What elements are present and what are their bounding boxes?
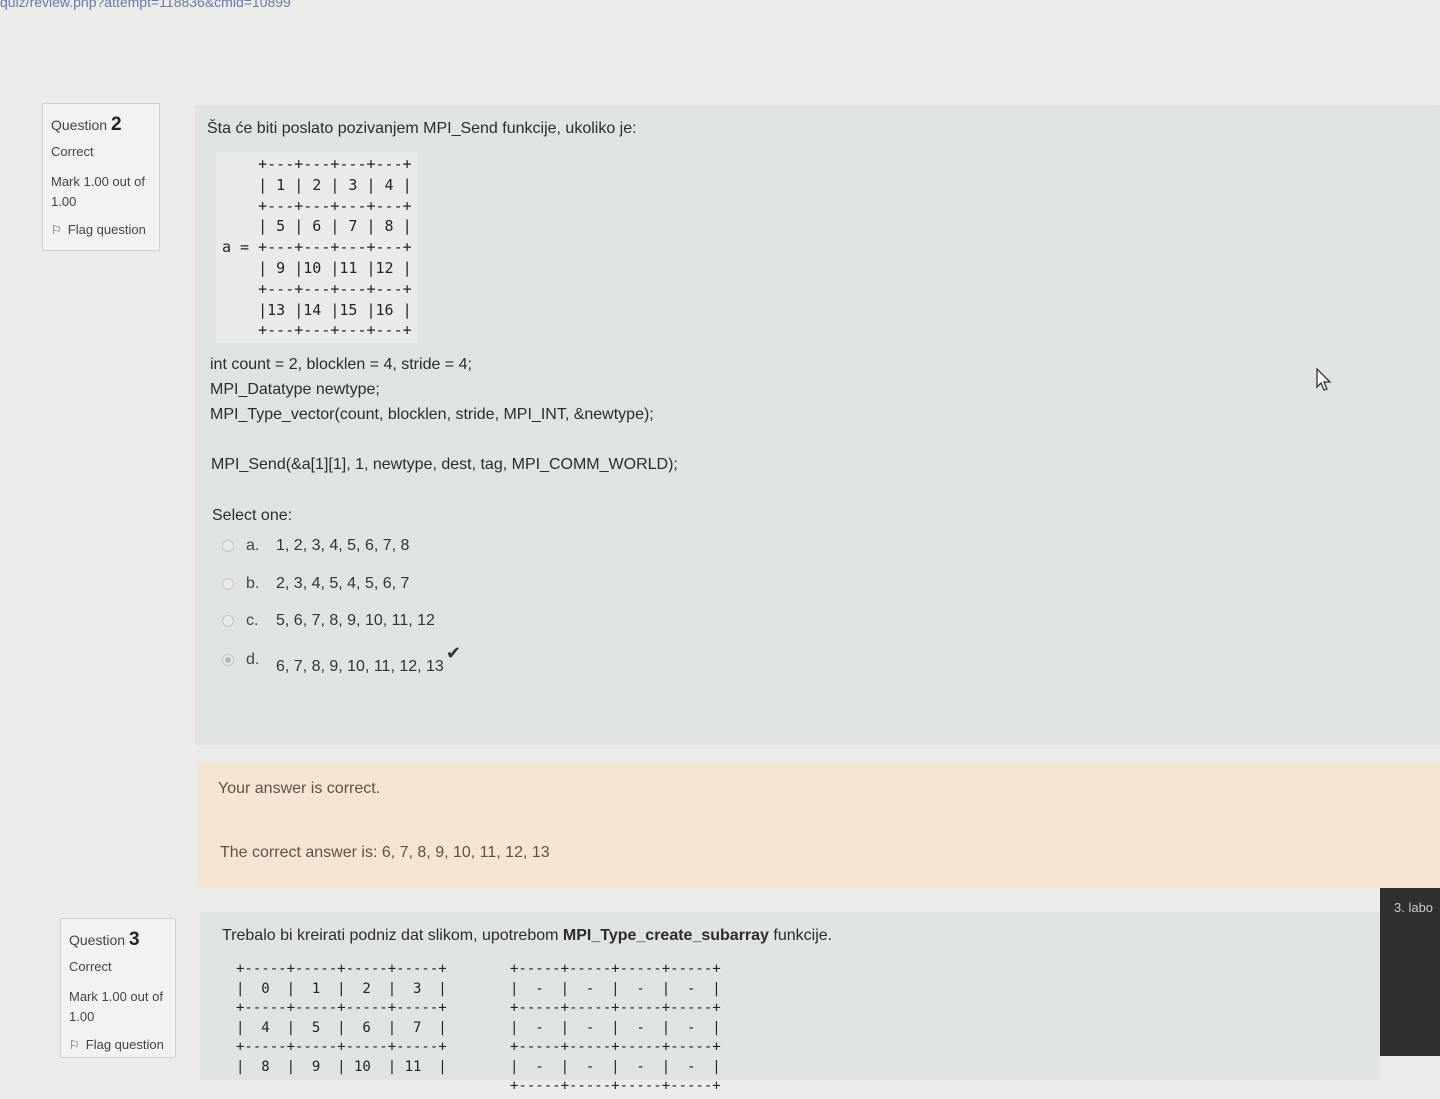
radio-b[interactable]: [222, 577, 234, 590]
answer-letter: d.: [246, 651, 260, 668]
question-3-info: Question 3 Correct Mark 1.00 out of 1.00…: [60, 918, 176, 1058]
mouse-cursor-icon: [1316, 368, 1332, 391]
question-2-outcome: Your answer is correct. The correct answ…: [198, 762, 1440, 888]
flag-question-link[interactable]: ⚐ Flag question: [69, 1037, 167, 1052]
answer-option-c[interactable]: c. 5, 6, 7, 8, 9, 10, 11, 12: [222, 612, 435, 630]
code-line-3: MPI_Type_vector(count, blocklen, stride,…: [210, 406, 654, 423]
side-panel-label: 3. labo: [1394, 900, 1434, 915]
correct-checkmark-icon: ✔: [446, 643, 462, 663]
correct-answer-text: The correct answer is: 6, 7, 8, 9, 10, 1…: [220, 844, 550, 861]
question-number: Question 3: [69, 929, 167, 951]
question-label: Question: [51, 117, 108, 133]
question-state: Correct: [51, 144, 94, 159]
answer-option-b[interactable]: b. 2, 3, 4, 5, 4, 5, 6, 7: [222, 575, 409, 593]
question-state: Correct: [69, 959, 112, 974]
flag-label: Flag question: [67, 222, 146, 237]
radio-c[interactable]: [222, 614, 234, 627]
answer-letter: a.: [246, 537, 260, 554]
select-one-prompt: Select one:: [212, 507, 293, 524]
question-label: Question: [69, 932, 126, 948]
matrix-source: +-----+-----+-----+-----+ | 0 | 1 | 2 | …: [236, 961, 447, 1075]
question-3-text-end: funkcije.: [768, 927, 833, 944]
answer-text: 1, 2, 3, 4, 5, 6, 7, 8: [276, 537, 410, 554]
radio-a[interactable]: [222, 539, 234, 552]
question-3-text-start: Trebalo bi kreirati podniz dat slikom, u…: [222, 927, 563, 944]
question-number: Question 2: [51, 114, 151, 136]
question-text: Šta će biti poslato pozivanjem MPI_Send …: [207, 120, 637, 137]
feedback-text: Your answer is correct.: [218, 780, 381, 797]
matrix-a: +---+---+---+---+ | 1 | 2 | 3 | 4 | +---…: [216, 152, 418, 344]
flag-label: Flag question: [85, 1037, 164, 1052]
matrix-target: +-----+-----+-----+-----+ | - | - | - | …: [510, 961, 721, 1094]
answer-option-a[interactable]: a. 1, 2, 3, 4, 5, 6, 7, 8: [222, 537, 409, 555]
answer-text: 6, 7, 8, 9, 10, 11, 12, 13: [276, 658, 444, 675]
answer-option-d[interactable]: d. 6, 7, 8, 9, 10, 11, 12, 13: [222, 651, 444, 675]
browser-url[interactable]: quiz/review.php?attempt=118836&cmid=1089…: [0, 0, 291, 10]
answer-letter: c.: [246, 612, 259, 629]
question-number-value: 2: [110, 114, 122, 135]
answer-text: 2, 3, 4, 5, 4, 5, 6, 7: [276, 575, 410, 592]
question-2-info: Question 2 Correct Mark 1.00 out of 1.00…: [42, 103, 160, 251]
question-3-text: Trebalo bi kreirati podniz dat slikom, u…: [222, 927, 832, 945]
answer-letter: b.: [246, 575, 260, 592]
flag-icon: ⚐: [51, 223, 62, 237]
question-grade: Mark 1.00 out of 1.00: [69, 989, 163, 1024]
flag-icon: ⚐: [69, 1038, 80, 1052]
code-line-1: int count = 2, blocklen = 4, stride = 4;: [210, 356, 472, 373]
side-panel[interactable]: 3. labo: [1380, 888, 1440, 1056]
question-grade: Mark 1.00 out of 1.00: [51, 174, 145, 209]
function-name: MPI_Type_create_subarray: [562, 927, 769, 944]
radio-d[interactable]: [222, 653, 234, 666]
answer-text: 5, 6, 7, 8, 9, 10, 11, 12: [276, 612, 435, 629]
code-line-4: MPI_Send(&a[1][1], 1, newtype, dest, tag…: [211, 456, 678, 473]
flag-question-link[interactable]: ⚐ Flag question: [51, 222, 151, 237]
code-line-2: MPI_Datatype newtype;: [210, 381, 380, 398]
question-number-value: 3: [128, 929, 140, 950]
